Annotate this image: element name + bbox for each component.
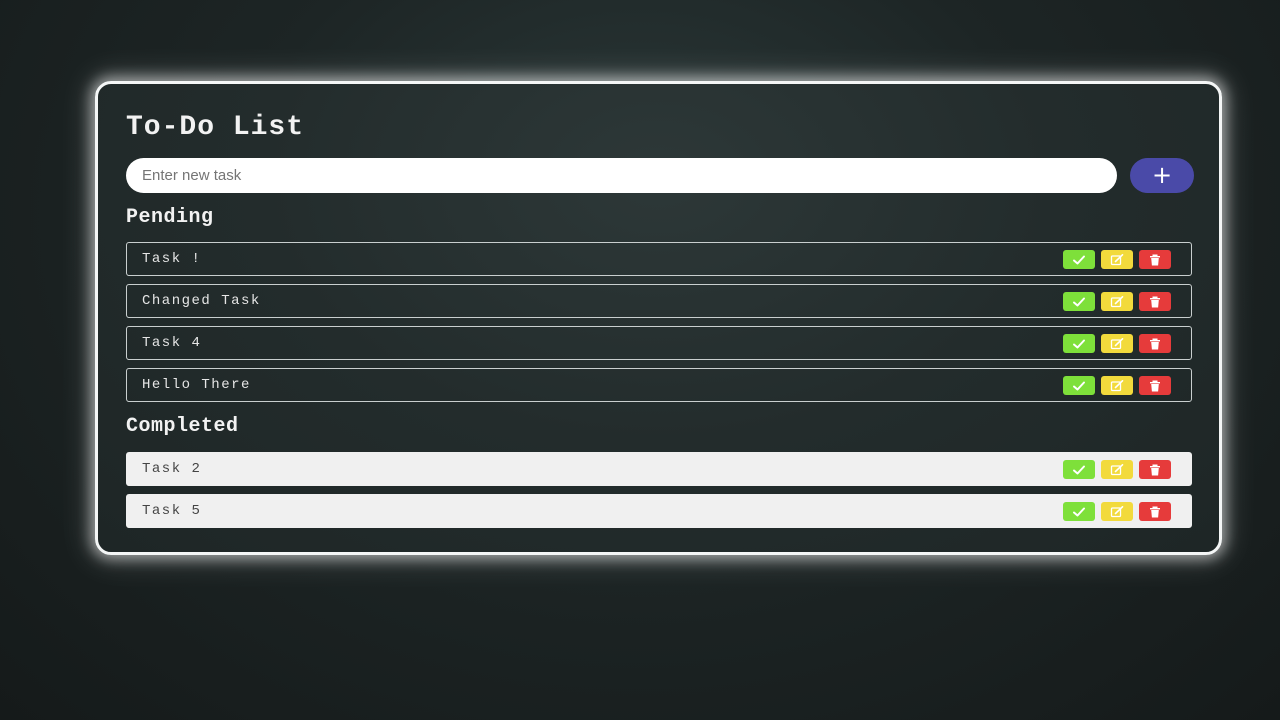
task-actions [1063, 250, 1171, 269]
new-task-row: + [126, 157, 1194, 193]
edit-task-button[interactable] [1101, 250, 1133, 269]
edit-icon [1110, 463, 1124, 475]
edit-task-button[interactable] [1101, 502, 1133, 521]
task-actions [1063, 334, 1171, 353]
new-task-input[interactable] [126, 158, 1117, 193]
complete-task-button[interactable] [1063, 376, 1095, 395]
trash-icon [1150, 380, 1160, 391]
todo-card: To-Do List + Pending Task ! Changed Task [95, 81, 1222, 555]
complete-task-button[interactable] [1063, 502, 1095, 521]
add-task-button[interactable]: + [1130, 158, 1194, 193]
completed-section-title: Completed [126, 415, 239, 438]
pending-task-item: Changed Task [126, 284, 1192, 318]
check-icon [1073, 381, 1085, 390]
task-actions [1063, 502, 1171, 521]
completed-task-item: Task 2 [126, 452, 1192, 486]
delete-task-button[interactable] [1139, 292, 1171, 311]
delete-task-button[interactable] [1139, 460, 1171, 479]
check-icon [1073, 507, 1085, 516]
complete-task-button[interactable] [1063, 334, 1095, 353]
delete-task-button[interactable] [1139, 334, 1171, 353]
edit-icon [1110, 295, 1124, 307]
trash-icon [1150, 464, 1160, 475]
edit-icon [1110, 337, 1124, 349]
edit-icon [1110, 253, 1124, 265]
pending-task-item: Hello There [126, 368, 1192, 402]
task-label: Task 4 [142, 335, 202, 351]
trash-icon [1150, 296, 1160, 307]
complete-task-button[interactable] [1063, 460, 1095, 479]
task-actions [1063, 460, 1171, 479]
task-actions [1063, 376, 1171, 395]
completed-list: Task 2 Task 5 [126, 452, 1194, 536]
complete-task-button[interactable] [1063, 250, 1095, 269]
edit-icon [1110, 505, 1124, 517]
task-label: Task ! [142, 251, 202, 267]
task-label: Task 2 [142, 461, 202, 477]
task-label: Task 5 [142, 503, 202, 519]
check-icon [1073, 465, 1085, 474]
complete-task-button[interactable] [1063, 292, 1095, 311]
pending-list: Task ! Changed Task Task 4 Hello There [126, 242, 1194, 410]
edit-task-button[interactable] [1101, 334, 1133, 353]
task-label: Hello There [142, 377, 251, 393]
pending-task-item: Task ! [126, 242, 1192, 276]
task-label: Changed Task [142, 293, 261, 309]
pending-task-item: Task 4 [126, 326, 1192, 360]
check-icon [1073, 297, 1085, 306]
trash-icon [1150, 338, 1160, 349]
edit-task-button[interactable] [1101, 460, 1133, 479]
delete-task-button[interactable] [1139, 376, 1171, 395]
check-icon [1073, 255, 1085, 264]
edit-icon [1110, 379, 1124, 391]
pending-section-title: Pending [126, 206, 214, 229]
delete-task-button[interactable] [1139, 250, 1171, 269]
page-title: To-Do List [126, 112, 305, 143]
trash-icon [1150, 254, 1160, 265]
delete-task-button[interactable] [1139, 502, 1171, 521]
check-icon [1073, 339, 1085, 348]
edit-task-button[interactable] [1101, 376, 1133, 395]
edit-task-button[interactable] [1101, 292, 1133, 311]
task-actions [1063, 292, 1171, 311]
completed-task-item: Task 5 [126, 494, 1192, 528]
trash-icon [1150, 506, 1160, 517]
